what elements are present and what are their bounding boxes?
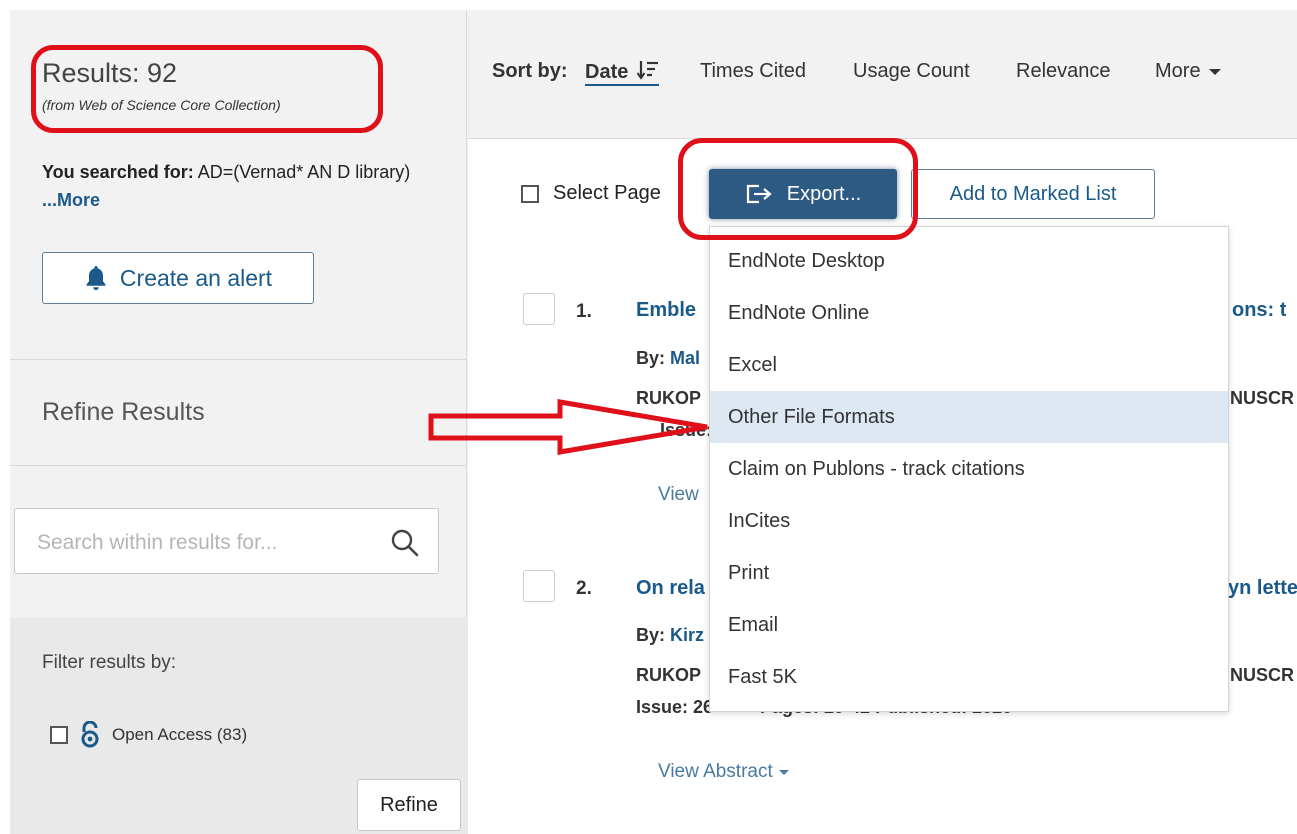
divider	[10, 465, 467, 466]
searched-label: You searched for:	[42, 162, 194, 182]
annotation-arrow-icon	[428, 399, 708, 455]
record-number: 1.	[576, 301, 592, 322]
sort-option-relevance[interactable]: Relevance	[1016, 60, 1111, 83]
select-page-checkbox[interactable]	[521, 184, 539, 203]
refine-button[interactable]: Refine	[357, 779, 461, 831]
menu-item-claim-on-publons[interactable]: Claim on Publons - track citations	[710, 443, 1228, 495]
record-source-end: NUSCR	[1230, 388, 1295, 408]
record-source-end: NUSCR	[1230, 665, 1295, 685]
create-alert-button[interactable]: Create an alert	[42, 252, 314, 304]
create-alert-label: Create an alert	[119, 264, 273, 291]
menu-item-excel[interactable]: Excel	[710, 339, 1228, 391]
search-summary: You searched for: AD=(Vernad* AN D libra…	[42, 158, 432, 214]
search-within-input[interactable]: Search within results for...	[14, 508, 439, 574]
menu-item-email[interactable]: Email	[710, 599, 1228, 651]
sort-descending-icon	[636, 61, 658, 80]
divider	[10, 359, 467, 360]
open-access-icon	[81, 721, 99, 748]
menu-item-print[interactable]: Print	[710, 547, 1228, 599]
searched-query: AD=(Vernad* AN D library)	[197, 162, 411, 182]
view-abstract-label: View Abstract	[658, 761, 773, 782]
menu-item-endnote-online[interactable]: EndNote Online	[710, 287, 1228, 339]
search-icon[interactable]	[391, 529, 419, 557]
sort-option-more[interactable]: More	[1155, 60, 1222, 83]
record-issue: Issue: 26	[636, 697, 714, 717]
record-title-start[interactable]: On rela	[636, 577, 705, 600]
menu-item-endnote-desktop[interactable]: EndNote Desktop	[710, 235, 1228, 287]
caret-down-icon	[779, 770, 790, 775]
record-number: 2.	[576, 578, 592, 599]
sort-option-times-cited[interactable]: Times Cited	[700, 60, 806, 83]
open-access-filter[interactable]: Open Access (83)	[50, 721, 247, 749]
open-access-checkbox[interactable]	[50, 726, 68, 744]
record-source: RUKOP	[636, 665, 702, 685]
menu-item-fast-5k[interactable]: Fast 5K	[710, 651, 1228, 703]
annotation-box-export	[678, 138, 918, 240]
sort-label: Sort by:	[492, 60, 568, 82]
record-title-end[interactable]: ons: t	[1232, 299, 1286, 322]
select-page[interactable]: Select Page	[521, 182, 661, 205]
by-label: By:	[636, 625, 666, 645]
export-dropdown-menu: EndNote Desktop EndNote Online Excel Oth…	[709, 226, 1229, 712]
record-authors: By: Mal	[636, 348, 700, 369]
record-checkbox[interactable]	[523, 293, 555, 325]
by-label: By:	[636, 348, 666, 368]
more-link[interactable]: ...More	[42, 190, 100, 210]
sort-option-date[interactable]: Date	[585, 60, 659, 86]
author-link[interactable]: Mal	[670, 348, 700, 368]
open-access-label: Open Access (83)	[112, 725, 248, 744]
caret-down-icon	[1209, 69, 1222, 75]
view-abstract-link[interactable]: View Abstract	[658, 761, 790, 783]
menu-item-other-file-formats[interactable]: Other File Formats	[710, 391, 1228, 443]
select-page-label: Select Page	[553, 182, 661, 204]
sort-date-label: Date	[585, 61, 629, 83]
menu-item-incites[interactable]: InCites	[710, 495, 1228, 547]
add-to-marked-list-button[interactable]: Add to Marked List	[911, 169, 1155, 219]
view-abstract-link[interactable]: View	[658, 484, 699, 506]
sort-option-usage-count[interactable]: Usage Count	[853, 60, 970, 83]
filter-label: Filter results by:	[42, 652, 177, 673]
record-authors: By: Kirz	[636, 625, 704, 646]
author-link[interactable]: Kirz	[670, 625, 704, 645]
annotation-box-results	[31, 45, 383, 133]
bell-icon	[86, 266, 106, 290]
sort-more-label: More	[1155, 60, 1201, 82]
record-title-start[interactable]: Emble	[636, 299, 696, 322]
record-checkbox[interactable]	[523, 570, 555, 602]
refine-results-title: Refine Results	[42, 398, 205, 426]
record-title-end[interactable]: yn lette	[1228, 577, 1297, 600]
search-placeholder: Search within results for...	[37, 531, 278, 554]
